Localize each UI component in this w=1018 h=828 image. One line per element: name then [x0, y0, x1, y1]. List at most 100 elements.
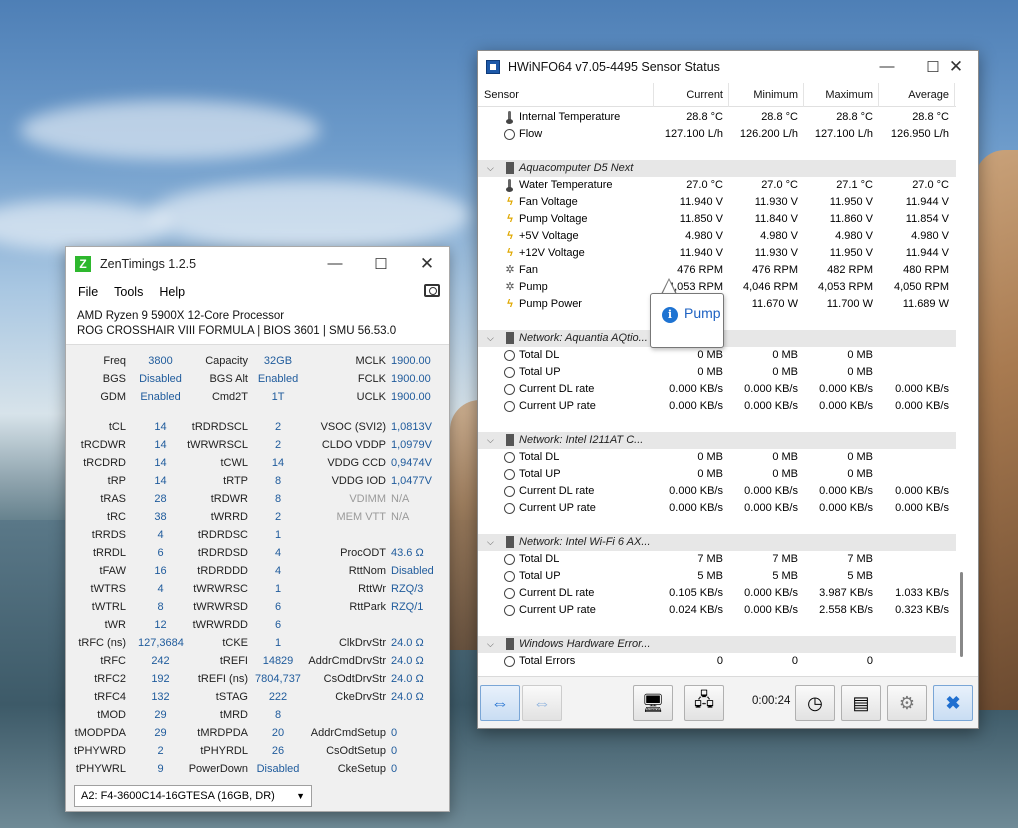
sensor-row[interactable]: Total UP 5 MB 5 MB 5 MB: [478, 568, 956, 585]
sensor-name: +5V Voltage: [519, 230, 579, 242]
group-name: Windows Hardware Error...: [519, 638, 651, 650]
cloud: [0, 200, 170, 250]
settings-gear-icon[interactable]: ⚙: [887, 685, 927, 721]
sensor-min-value: 4.980 V: [760, 230, 798, 242]
sensor-row[interactable]: Internal Temperature 28.8 °C 28.8 °C 28.8 °…: [478, 109, 956, 126]
timing-value: 32GB: [263, 355, 293, 367]
collapse-caret-icon[interactable]: ⌵: [487, 534, 494, 551]
sensor-name: Fan: [519, 264, 538, 276]
hwinfo-window: HWiNFO64 v7.05-4495 Sensor Status — ☐ ✕ …: [477, 50, 979, 729]
sensor-max-value: 0 MB: [847, 349, 873, 361]
minimize-button[interactable]: —: [312, 247, 358, 280]
collapse-caret-icon[interactable]: ⌵: [487, 432, 494, 449]
timing-label: AddrCmdDrvStr: [308, 655, 386, 667]
sensor-min-value: 0.000 KB/s: [744, 383, 798, 395]
timing-label: tRFC: [100, 655, 126, 667]
sensor-row[interactable]: Current UP rate 0.000 KB/s 0.000 KB/s 0.000…: [478, 500, 956, 517]
sensor-row[interactable]: ϟ Pump Voltage 11.850 V 11.840 V 11.860 V 11.…: [478, 211, 956, 228]
sensor-group-row[interactable]: ⌵ Network: Intel Wi-Fi 6 AX...: [478, 534, 956, 551]
sensor-row[interactable]: Total UP 0 MB 0 MB 0 MB: [478, 466, 956, 483]
sensor-group-row[interactable]: ⌵ Windows Hardware Error...: [478, 636, 956, 653]
gauge-icon: [504, 452, 515, 463]
sensor-max-value: 0 MB: [847, 468, 873, 480]
sensor-row[interactable]: ϟ +12V Voltage 11.940 V 11.930 V 11.950 V 11.…: [478, 245, 956, 262]
col-maximum[interactable]: Maximum: [804, 83, 879, 107]
scrollbar[interactable]: [956, 107, 968, 672]
timing-value: 14: [271, 457, 285, 469]
timing-value: 4: [274, 565, 282, 577]
gauge-icon: [504, 503, 515, 514]
menu-help[interactable]: Help: [159, 285, 185, 299]
module-select[interactable]: A2: F4-3600C14-16GTESA (16GB, DR) ▼: [74, 785, 312, 807]
menu-file[interactable]: File: [78, 285, 98, 299]
maximize-button[interactable]: ☐: [358, 247, 404, 280]
timing-label: tRRDL: [92, 547, 126, 559]
sensor-row[interactable]: Current UP rate 0.024 KB/s 0.000 KB/s 2.558…: [478, 602, 956, 619]
sensor-row[interactable]: Water Temperature 27.0 °C 27.0 °C 27.1 °C 27…: [478, 177, 956, 194]
sensor-group-row[interactable]: ⌵ Network: Intel I211AT C...: [478, 432, 956, 449]
move-arrows-icon[interactable]: ⇔: [522, 685, 562, 721]
sensor-row[interactable]: Current DL rate 0.105 KB/s 0.000 KB/s 3.987…: [478, 585, 956, 602]
timing-row: tWTRL 8 tWRWRSD 6 RttPark RZQ/1: [66, 601, 449, 617]
sensor-max-value: 3.987 KB/s: [819, 587, 873, 599]
timing-label: MCLK: [355, 355, 386, 367]
timing-row: tRFC4 132 tSTAG 222 CkeDrvStr 24.0 Ω: [66, 691, 449, 707]
timing-label: Freq: [103, 355, 126, 367]
clock-reset-icon[interactable]: ◷: [795, 685, 835, 721]
sensor-row[interactable]: Current DL rate 0.000 KB/s 0.000 KB/s 0.000…: [478, 483, 956, 500]
menu-tools[interactable]: Tools: [114, 285, 143, 299]
sensor-min-value: 126.200 L/h: [739, 128, 798, 140]
sensor-row[interactable]: Total DL 0 MB 0 MB 0 MB: [478, 347, 956, 364]
sensor-avg-value: 4.980 V: [911, 230, 949, 242]
col-current[interactable]: Current: [654, 83, 729, 107]
sensor-cur-value: 0.000 KB/s: [669, 383, 723, 395]
rock-formation: [975, 150, 1018, 710]
sensor-row[interactable]: Current UP rate 0.000 KB/s 0.000 KB/s 0.000…: [478, 398, 956, 415]
timing-row: tRCDWR 14 tWRWRSCL 2 CLDO VDDP 1,0979V: [66, 439, 449, 455]
sensor-group-row[interactable]: ⌵ Aquacomputer D5 Next: [478, 160, 956, 177]
sensor-row[interactable]: Total DL 0 MB 0 MB 0 MB: [478, 449, 956, 466]
minimize-button[interactable]: —: [864, 51, 910, 82]
sensor-row[interactable]: ✲ Fan 476 RPM 476 RPM 482 RPM 480 RPM: [478, 262, 956, 279]
network-computers-icon[interactable]: 🖧: [684, 685, 724, 721]
close-button[interactable]: ✕: [933, 51, 979, 82]
sensor-row[interactable]: Current DL rate 0.000 KB/s 0.000 KB/s 0.000…: [478, 381, 956, 398]
lightning-bolt-icon: ϟ: [507, 213, 513, 225]
timing-value: 1: [274, 637, 282, 649]
sensor-max-value: 5 MB: [847, 570, 873, 582]
sensor-row[interactable]: Flow 127.100 L/h 126.200 L/h 127.100 L/h 126…: [478, 126, 956, 143]
sensor-name: Total Errors: [519, 655, 576, 667]
sensor-cur-value: 0.000 KB/s: [669, 502, 723, 514]
collapse-caret-icon[interactable]: ⌵: [487, 160, 494, 177]
gauge-icon: [504, 605, 515, 616]
sensor-list[interactable]: Internal Temperature 28.8 °C 28.8 °C 28.8 °…: [478, 107, 956, 672]
sensor-row[interactable]: Total DL 7 MB 7 MB 7 MB: [478, 551, 956, 568]
screenshot-camera-icon[interactable]: [424, 284, 440, 297]
expand-collapse-arrows-icon[interactable]: ⇔: [480, 685, 520, 721]
collapse-caret-icon[interactable]: ⌵: [487, 330, 494, 347]
sensor-min-value: 5 MB: [772, 570, 798, 582]
timing-row: tMODPDA 29 tMRDPDA 20 AddrCmdSetup 0: [66, 727, 449, 743]
timing-label: tRFC2: [94, 673, 126, 685]
timing-value: 24.0 Ω: [391, 691, 424, 703]
scrollbar-thumb[interactable]: [960, 572, 963, 657]
sensor-avg-value: [879, 449, 949, 466]
timing-label: tRDRDSC: [197, 529, 248, 541]
sensor-row[interactable]: ϟ +5V Voltage 4.980 V 4.980 V 4.980 V 4.980 V: [478, 228, 956, 245]
timing-value: 2: [274, 511, 282, 523]
timing-value: 14829: [262, 655, 294, 667]
col-average[interactable]: Average: [879, 83, 955, 107]
sensor-avg-value: 0.000 KB/s: [895, 383, 949, 395]
sensor-monitor-icon[interactable]: 🖥: [633, 685, 673, 721]
close-x-icon[interactable]: ✖: [933, 685, 973, 721]
sensor-row[interactable]: Total Errors 0 0 0: [478, 653, 956, 670]
report-log-icon[interactable]: ▤: [841, 685, 881, 721]
col-minimum[interactable]: Minimum: [729, 83, 804, 107]
collapse-caret-icon[interactable]: ⌵: [487, 636, 494, 653]
sensor-row[interactable]: ϟ Fan Voltage 11.940 V 11.930 V 11.950 V 11.9…: [478, 194, 956, 211]
close-button[interactable]: ✕: [404, 247, 450, 280]
timing-label: tPHYWRL: [75, 763, 126, 775]
sensor-row[interactable]: Total UP 0 MB 0 MB 0 MB: [478, 364, 956, 381]
col-sensor[interactable]: Sensor: [478, 83, 654, 107]
sensor-name: Water Temperature: [519, 179, 613, 191]
